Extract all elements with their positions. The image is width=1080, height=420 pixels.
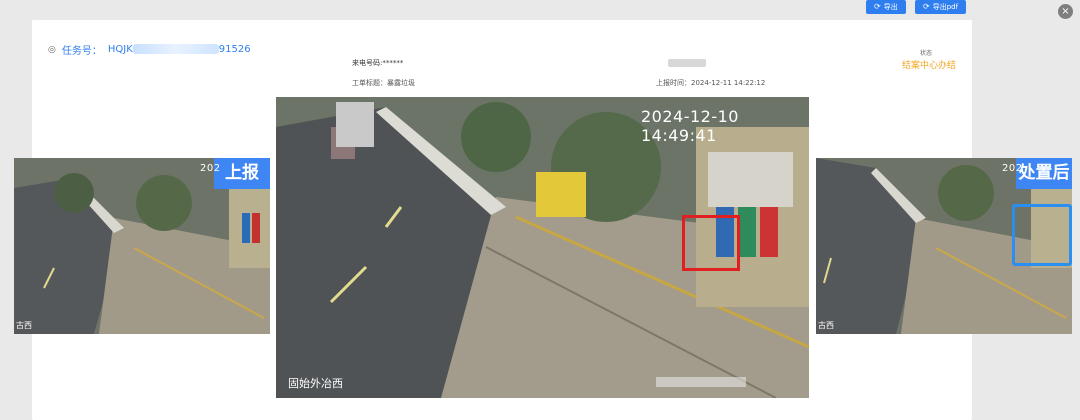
task-number-start: HQJK bbox=[107, 44, 133, 55]
after-tag: 处置后 bbox=[1016, 158, 1072, 189]
task-number-end: 91526 bbox=[218, 44, 251, 55]
redacted-field bbox=[668, 59, 706, 67]
export-pdf-button[interactable]: ⟳ 导出pdf bbox=[915, 0, 967, 14]
export-pdf-label: 导出pdf bbox=[932, 3, 959, 11]
after-highlight-box bbox=[1012, 204, 1072, 266]
export-label: 导出 bbox=[883, 3, 898, 11]
redacted-overlay bbox=[656, 377, 746, 387]
enlarged-photo[interactable]: 2024-12-10 14:49:41 固始外冶西 bbox=[276, 97, 809, 398]
photo-timestamp: 202 bbox=[1002, 163, 1023, 174]
status-value: 结案中心办结 bbox=[902, 61, 957, 71]
after-photo[interactable]: 处置后 202 古西 bbox=[816, 158, 1072, 334]
caller-number: 来电号码:****** bbox=[352, 59, 404, 67]
export-button[interactable]: ⟳ 导出 bbox=[866, 0, 906, 14]
close-icon[interactable]: × bbox=[1058, 4, 1073, 19]
garbage-highlight-box bbox=[682, 215, 740, 271]
target-icon: ◎ bbox=[48, 44, 56, 55]
task-number-label: 任务号： bbox=[61, 46, 102, 57]
camera-label: 古西 bbox=[818, 321, 834, 330]
report-time: 上报时间：2024-12-11 14:22:12 bbox=[656, 79, 766, 87]
photo-timestamp: 2024-12-10 14:49:41 bbox=[641, 107, 739, 145]
refresh-icon: ⟳ bbox=[874, 2, 881, 11]
ticket-title: 工单标题：暴露垃圾 bbox=[352, 79, 415, 87]
camera-label: 古西 bbox=[16, 321, 32, 330]
camera-label: 固始外冶西 bbox=[288, 377, 343, 390]
status-label: 状态 bbox=[920, 50, 933, 57]
report-tag: 上报 bbox=[214, 158, 270, 189]
report-photo[interactable]: 上报 202 古西 bbox=[14, 158, 270, 334]
task-number: ◎ 任务号： HQJK 91526 bbox=[48, 42, 251, 57]
task-number-redacted bbox=[132, 44, 219, 54]
photo-timestamp: 202 bbox=[200, 163, 221, 174]
refresh-icon: ⟳ bbox=[923, 2, 930, 11]
